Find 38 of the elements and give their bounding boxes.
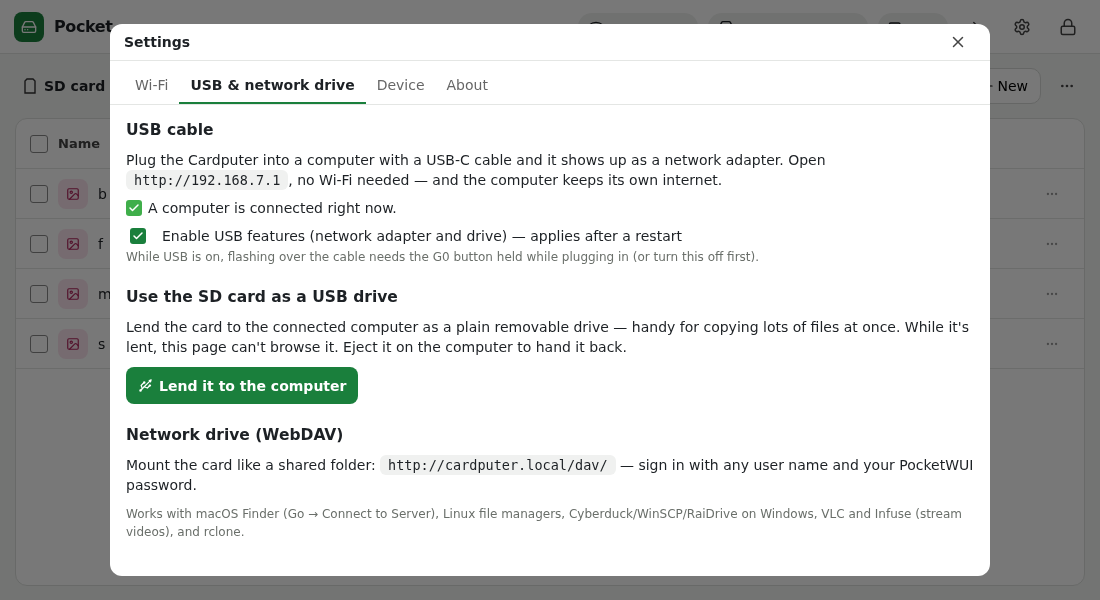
row-checkbox[interactable]	[30, 334, 48, 353]
tab[interactable]: USB & network drive	[179, 71, 366, 104]
tick-icon	[132, 230, 144, 242]
paragraph: Lend the card to the connected computer as a plain removable drive — handy for copying lots of files at once. While it's lent, this page can't browse it. Eject it on the computer to hand it back.	[126, 318, 970, 357]
checkbox[interactable]	[130, 228, 146, 244]
row-checkbox[interactable]	[30, 234, 48, 253]
paragraph: Plug the Cardputer into a computer with a USB-C cable and it shows up as a network adapter. Open http://192.168.7.1 , no Wi-Fi needed — and the computer keeps its own internet.	[126, 151, 827, 190]
section-heading: Use the SD card as a USB drive	[126, 288, 399, 306]
image-icon	[58, 278, 88, 309]
tab[interactable]: Device	[365, 71, 436, 104]
tab[interactable]: Wi-Fi	[124, 71, 180, 104]
gear-icon	[1013, 17, 1031, 36]
file-name: f	[98, 235, 103, 252]
hint-text: While USB is on, flashing over the cable needs the G0 button held while plugging in (or turn this off first).	[126, 249, 761, 266]
usb-icon	[138, 378, 153, 393]
checkbox-label: Enable USB features (network adapter and drive) — applies after a restart	[162, 228, 682, 244]
status-text: A computer is connected right now.	[148, 200, 397, 216]
image-icon	[58, 178, 88, 209]
app-title: Pocket	[54, 17, 113, 36]
lock-icon	[1059, 17, 1077, 36]
hint-text: Works with macOS Finder (Go → Connect to Server), Linux file managers, Cyberduck/WinSCP/RaiDrive on Windows, VLC and Infuse (stream videos), and rclone.	[126, 506, 963, 541]
file-name: s	[98, 335, 106, 352]
section-heading: USB cable	[126, 121, 215, 139]
section-heading: Network drive (WebDAV)	[126, 426, 345, 444]
app-logo	[14, 11, 44, 42]
row-checkbox[interactable]	[30, 184, 48, 203]
paragraph: Mount the card like a shared folder: http://cardputer.local/dav/ — sign in with any user name and your PocketWUI password.	[126, 455, 974, 495]
file-name: m	[98, 285, 112, 302]
location-title: SD card	[44, 78, 106, 94]
image-icon	[58, 328, 88, 359]
image-icon	[58, 228, 88, 259]
row-checkbox[interactable]	[30, 284, 48, 303]
lend-button[interactable]: Lend it to the computer	[126, 367, 359, 404]
file-name: b	[98, 185, 107, 202]
tab[interactable]: About	[435, 71, 499, 104]
dialog-title: Settings	[124, 34, 191, 50]
select-all-checkbox[interactable]	[30, 134, 48, 153]
sd-card-icon	[24, 78, 36, 94]
